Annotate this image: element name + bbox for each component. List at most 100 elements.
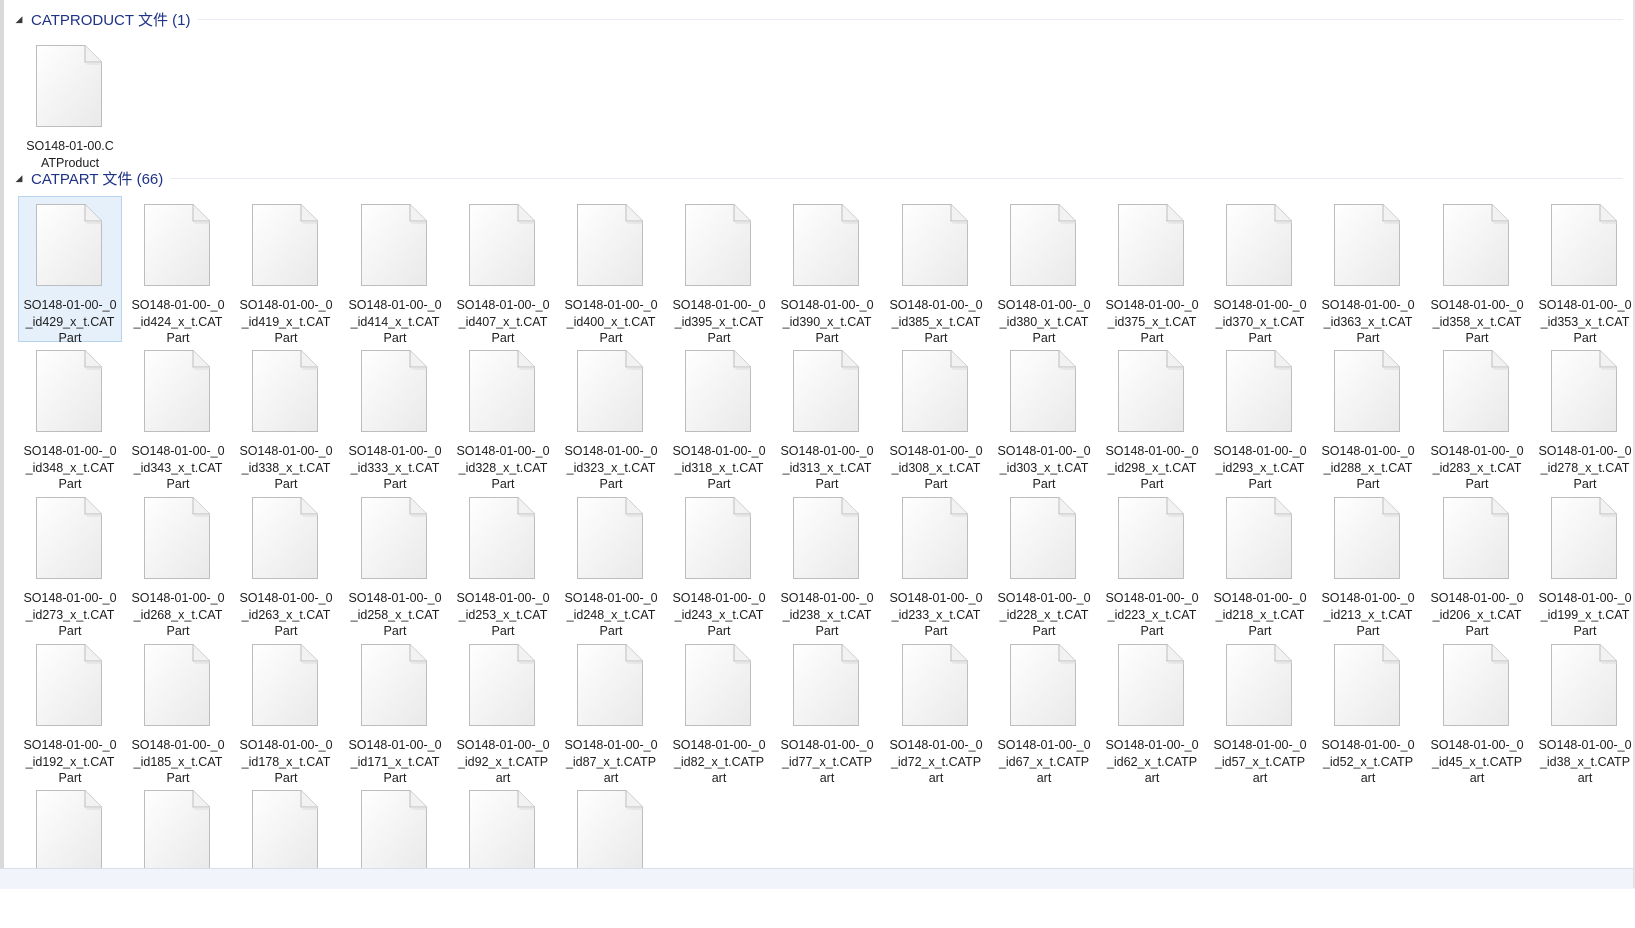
file-item[interactable]: SO148-01-00-_0 _id273_x_t.CAT Part <box>18 489 122 638</box>
file-name-line: _id268_x_t.CAT <box>133 607 223 622</box>
file-item[interactable]: SO148-01-00-_0 _id38_x_t.CATP art <box>1533 636 1635 785</box>
file-item[interactable]: SO148-01-00-_0 _id323_x_t.CAT Part <box>559 342 663 491</box>
document-file-icon <box>1333 643 1401 727</box>
document-file-icon <box>1009 203 1077 287</box>
file-item[interactable]: SO148-01-00-_0 _id77_x_t.CATP art <box>775 636 879 785</box>
file-item[interactable] <box>234 782 338 928</box>
document-file-icon <box>1117 203 1185 287</box>
file-item[interactable]: SO148-01-00-_0 _id243_x_t.CAT Part <box>667 489 771 638</box>
file-item[interactable]: SO148-01-00-_0 _id278_x_t.CAT Part <box>1533 342 1635 491</box>
file-name-line: SO148-01-00-_0 <box>564 444 658 458</box>
file-name-label: SO148-01-00-_0 _id318_x_t.CAT Part <box>668 443 770 493</box>
navigation-pane-edge <box>0 0 4 888</box>
file-name-label: SO148-01-00-_0 _id278_x_t.CAT Part <box>1534 443 1635 493</box>
document-file-icon <box>468 789 536 873</box>
file-item[interactable]: SO148-01-00-_0 _id414_x_t.CAT Part <box>343 196 447 345</box>
file-item[interactable]: SO148-01-00-_0 _id185_x_t.CAT Part <box>126 636 230 785</box>
file-name-line: SO148-01-00-_0 <box>1213 738 1307 752</box>
file-name-line: _id62_x_t.CATP <box>1106 754 1198 769</box>
file-item[interactable]: SO148-01-00-_0 _id218_x_t.CAT Part <box>1208 489 1312 638</box>
file-item[interactable]: SO148-01-00-_0 _id248_x_t.CAT Part <box>559 489 663 638</box>
file-item[interactable]: SO148-01-00-_0 _id298_x_t.CAT Part <box>1100 342 1204 491</box>
file-item[interactable]: SO148-01-00-_0 _id380_x_t.CAT Part <box>992 196 1096 345</box>
file-item[interactable]: SO148-01-00-_0 _id72_x_t.CATP art <box>884 636 988 785</box>
file-item[interactable]: SO148-01-00-_0 _id87_x_t.CATP art <box>559 636 663 785</box>
file-name-line: SO148-01-00-_0 <box>997 298 1091 312</box>
file-item[interactable] <box>451 782 555 928</box>
file-item[interactable]: SO148-01-00-_0 _id206_x_t.CAT Part <box>1425 489 1529 638</box>
file-item[interactable]: SO148-01-00-_0 _id429_x_t.CAT Part <box>18 196 122 345</box>
document-file-icon <box>251 349 319 433</box>
file-item[interactable]: SO148-01-00-_0 _id318_x_t.CAT Part <box>667 342 771 491</box>
file-item[interactable]: SO148-01-00-_0 _id213_x_t.CAT Part <box>1316 489 1420 638</box>
file-name-line: _id333_x_t.CAT <box>350 460 440 475</box>
file-item[interactable]: SO148-01-00-_0 _id308_x_t.CAT Part <box>884 342 988 491</box>
file-item[interactable]: SO148-01-00-_0 _id92_x_t.CATP art <box>451 636 555 785</box>
file-name-line: SO148-01-00-_0 <box>889 591 983 605</box>
collapse-triangle-icon[interactable]: ◢ <box>13 172 25 184</box>
file-item[interactable]: SO148-01-00-_0 _id390_x_t.CAT Part <box>775 196 879 345</box>
file-name-line: SO148-01-00-_0 <box>997 591 1091 605</box>
file-name-line: SO148-01-00-_0 <box>239 738 333 752</box>
document-file-icon <box>251 203 319 287</box>
file-name-label: SO148-01-00-_0 _id313_x_t.CAT Part <box>776 443 878 493</box>
file-item[interactable]: SO148-01-00.C ATProduct <box>18 37 122 183</box>
file-item[interactable] <box>18 782 122 928</box>
file-item[interactable]: SO148-01-00-_0 _id178_x_t.CAT Part <box>234 636 338 785</box>
file-item[interactable]: SO148-01-00-_0 _id385_x_t.CAT Part <box>884 196 988 345</box>
file-item[interactable]: SO148-01-00-_0 _id67_x_t.CATP art <box>992 636 1096 785</box>
file-item[interactable]: SO148-01-00-_0 _id363_x_t.CAT Part <box>1316 196 1420 345</box>
file-item[interactable]: SO148-01-00-_0 _id348_x_t.CAT Part <box>18 342 122 491</box>
file-item[interactable]: SO148-01-00-_0 _id375_x_t.CAT Part <box>1100 196 1204 345</box>
file-item[interactable]: SO148-01-00-_0 _id353_x_t.CAT Part <box>1533 196 1635 345</box>
file-item[interactable]: SO148-01-00-_0 _id343_x_t.CAT Part <box>126 342 230 491</box>
file-item[interactable]: SO148-01-00-_0 _id199_x_t.CAT Part <box>1533 489 1635 638</box>
file-item[interactable]: SO148-01-00-_0 _id228_x_t.CAT Part <box>992 489 1096 638</box>
group-header[interactable]: ◢ CATPART 文件 (66) <box>13 168 1623 188</box>
file-item[interactable]: SO148-01-00-_0 _id313_x_t.CAT Part <box>775 342 879 491</box>
file-item[interactable] <box>343 782 447 928</box>
file-item[interactable]: SO148-01-00-_0 _id333_x_t.CAT Part <box>343 342 447 491</box>
file-item[interactable]: SO148-01-00-_0 _id338_x_t.CAT Part <box>234 342 338 491</box>
file-item[interactable]: SO148-01-00-_0 _id57_x_t.CATP art <box>1208 636 1312 785</box>
file-item[interactable]: SO148-01-00-_0 _id268_x_t.CAT Part <box>126 489 230 638</box>
file-name-label: SO148-01-00-_0 _id375_x_t.CAT Part <box>1101 297 1203 347</box>
file-item[interactable]: SO148-01-00-_0 _id45_x_t.CATP art <box>1425 636 1529 785</box>
file-item[interactable]: SO148-01-00-_0 _id263_x_t.CAT Part <box>234 489 338 638</box>
file-item[interactable]: SO148-01-00-_0 _id253_x_t.CAT Part <box>451 489 555 638</box>
file-item[interactable]: SO148-01-00-_0 _id419_x_t.CAT Part <box>234 196 338 345</box>
file-name-line: _id348_x_t.CAT <box>25 460 115 475</box>
horizontal-scroll-area[interactable] <box>0 868 1635 889</box>
group-header[interactable]: ◢ CATPRODUCT 文件 (1) <box>13 9 1623 29</box>
file-item[interactable]: SO148-01-00-_0 _id62_x_t.CATP art <box>1100 636 1204 785</box>
file-name-line: art <box>1469 771 1485 785</box>
file-item[interactable]: SO148-01-00-_0 _id400_x_t.CAT Part <box>559 196 663 345</box>
file-item[interactable]: SO148-01-00-_0 _id328_x_t.CAT Part <box>451 342 555 491</box>
document-file-icon <box>35 789 103 873</box>
file-name-line: art <box>1577 771 1593 785</box>
file-item[interactable]: SO148-01-00-_0 _id395_x_t.CAT Part <box>667 196 771 345</box>
document-file-icon <box>143 496 211 580</box>
file-item[interactable]: SO148-01-00-_0 _id424_x_t.CAT Part <box>126 196 230 345</box>
file-name-line: SO148-01-00-_0 <box>1321 298 1415 312</box>
file-item[interactable]: SO148-01-00-_0 _id293_x_t.CAT Part <box>1208 342 1312 491</box>
file-name-label: SO148-01-00-_0 _id228_x_t.CAT Part <box>993 590 1095 640</box>
file-item[interactable]: SO148-01-00-_0 _id258_x_t.CAT Part <box>343 489 447 638</box>
file-item[interactable]: SO148-01-00-_0 _id283_x_t.CAT Part <box>1425 342 1529 491</box>
file-item[interactable]: SO148-01-00-_0 _id192_x_t.CAT Part <box>18 636 122 785</box>
file-item[interactable] <box>559 782 663 928</box>
file-name-label: SO148-01-00-_0 _id238_x_t.CAT Part <box>776 590 878 640</box>
file-item[interactable]: SO148-01-00-_0 _id223_x_t.CAT Part <box>1100 489 1204 638</box>
file-item[interactable] <box>126 782 230 928</box>
file-item[interactable]: SO148-01-00-_0 _id233_x_t.CAT Part <box>884 489 988 638</box>
collapse-triangle-icon[interactable]: ◢ <box>13 13 25 25</box>
file-item[interactable]: SO148-01-00-_0 _id407_x_t.CAT Part <box>451 196 555 345</box>
file-item[interactable]: SO148-01-00-_0 _id238_x_t.CAT Part <box>775 489 879 638</box>
file-item[interactable]: SO148-01-00-_0 _id370_x_t.CAT Part <box>1208 196 1312 345</box>
file-item[interactable]: SO148-01-00-_0 _id288_x_t.CAT Part <box>1316 342 1420 491</box>
file-item[interactable]: SO148-01-00-_0 _id303_x_t.CAT Part <box>992 342 1096 491</box>
file-item[interactable]: SO148-01-00-_0 _id82_x_t.CATP art <box>667 636 771 785</box>
file-item[interactable]: SO148-01-00-_0 _id171_x_t.CAT Part <box>343 636 447 785</box>
file-item[interactable]: SO148-01-00-_0 _id52_x_t.CATP art <box>1316 636 1420 785</box>
file-item[interactable]: SO148-01-00-_0 _id358_x_t.CAT Part <box>1425 196 1529 345</box>
